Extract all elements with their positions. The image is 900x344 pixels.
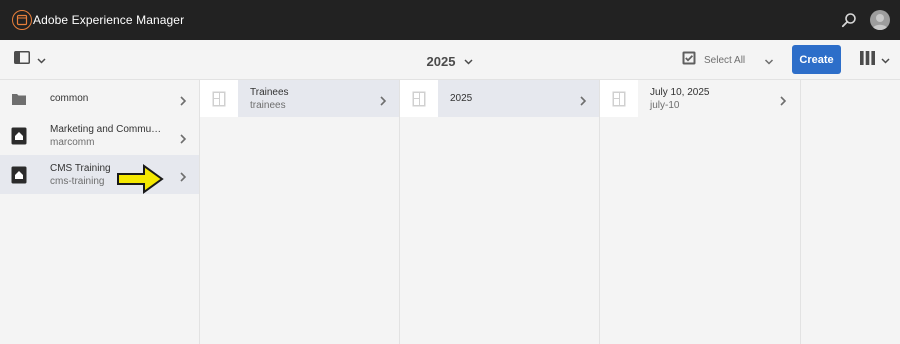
select-all-button[interactable]: Select All xyxy=(682,51,745,69)
item-subtitle: marcomm xyxy=(50,137,95,148)
item-title: Marketing and Commu… xyxy=(50,124,162,135)
column-4: July 10, 2025 july-10 xyxy=(600,80,801,344)
column-2: Trainees trainees xyxy=(200,80,400,344)
chevron-down-icon xyxy=(881,51,890,69)
chevron-down-icon xyxy=(464,52,473,70)
page-icon xyxy=(200,80,238,117)
item-texts: Marketing and Commu… marcomm xyxy=(50,117,161,155)
search-icon[interactable] xyxy=(841,12,857,28)
chevron-right-icon[interactable] xyxy=(178,93,188,106)
folder-title: 2025 xyxy=(426,53,456,69)
folder-title-button[interactable]: 2025 xyxy=(427,52,474,70)
list-item[interactable]: common xyxy=(0,80,199,117)
site-icon xyxy=(0,117,38,155)
list-item[interactable]: 2025 xyxy=(400,80,599,117)
create-button[interactable]: Create xyxy=(792,45,841,74)
item-subtitle: trainees xyxy=(250,99,286,111)
chevron-down-icon[interactable] xyxy=(764,54,774,65)
chevron-right-icon[interactable] xyxy=(778,93,788,106)
item-texts: Trainees trainees xyxy=(250,80,289,117)
checkbox-icon xyxy=(682,51,696,70)
list-item[interactable]: Trainees trainees xyxy=(200,80,399,117)
column-view-icon xyxy=(860,50,875,70)
brand[interactable]: Adobe Experience Manager xyxy=(12,9,184,31)
item-texts: CMS Training cms-training xyxy=(50,155,111,194)
column-3: 2025 xyxy=(400,80,600,344)
global-header: Adobe Experience Manager xyxy=(0,0,900,40)
item-title: CMS Training xyxy=(50,162,111,174)
aem-sites-console: Adobe Experience Manager 2025 Select All… xyxy=(0,0,900,344)
item-texts: 2025 xyxy=(450,80,472,117)
item-texts: July 10, 2025 july-10 xyxy=(650,80,710,117)
view-switcher-button[interactable] xyxy=(860,50,892,70)
chevron-right-icon[interactable] xyxy=(178,169,188,182)
list-item[interactable]: Marketing and Commu… marcomm xyxy=(0,117,199,155)
select-all-label: Select All xyxy=(704,54,746,66)
item-subtitle: july-10 xyxy=(650,99,680,111)
panel-icon xyxy=(14,51,30,69)
list-item[interactable]: CMS Training cms-training xyxy=(0,155,199,194)
folder-icon xyxy=(0,80,38,117)
column-1: common Marketing and Commu… marcomm CMS … xyxy=(0,80,200,344)
yellow-arrow-icon xyxy=(116,164,164,194)
item-subtitle: cms-training xyxy=(50,175,105,187)
app-title: Adobe Experience Manager xyxy=(33,13,185,27)
item-texts: common xyxy=(50,80,88,117)
site-icon xyxy=(0,155,38,194)
rail-toggle-button[interactable] xyxy=(14,51,50,69)
item-title: July 10, 2025 xyxy=(650,86,710,98)
page-icon xyxy=(400,80,438,117)
item-title: Trainees xyxy=(250,86,289,98)
chevron-right-icon[interactable] xyxy=(178,131,188,144)
chevron-down-icon xyxy=(37,51,46,69)
action-bar: 2025 Select All Create xyxy=(0,40,900,80)
chevron-right-icon[interactable] xyxy=(578,93,588,106)
aem-logo-icon xyxy=(12,10,32,30)
page-icon xyxy=(600,80,638,117)
item-title: common xyxy=(50,93,89,104)
user-avatar[interactable] xyxy=(870,10,890,30)
list-item[interactable]: July 10, 2025 july-10 xyxy=(600,80,799,117)
item-title: 2025 xyxy=(450,93,473,104)
column-view: common Marketing and Commu… marcomm CMS … xyxy=(0,80,900,344)
chevron-right-icon[interactable] xyxy=(378,93,388,106)
